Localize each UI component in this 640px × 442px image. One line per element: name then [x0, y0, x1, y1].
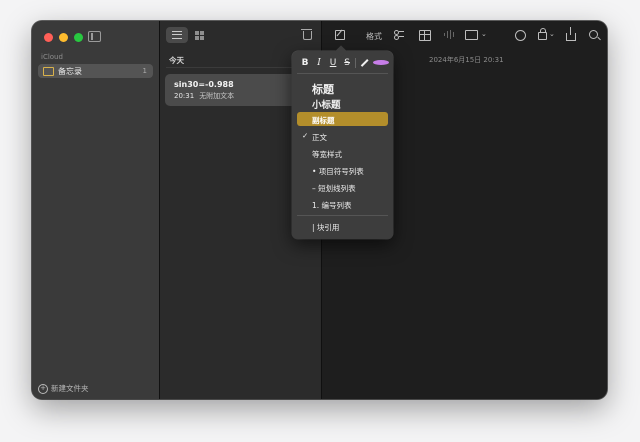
menu-item-subheading[interactable]: 副标题 [312, 115, 335, 126]
compose-icon[interactable] [335, 30, 345, 40]
format-popover: B I U S 标题 小标题 副标题 ✓ 正文 等宽样式 • 项目符号列表 – … [292, 51, 393, 239]
editor-toolbar: 格式 ⌄ ⌄ [322, 21, 607, 51]
divider [355, 58, 356, 68]
section-header-today: 今天 [169, 56, 184, 65]
menu-item-body[interactable]: 正文 [312, 132, 327, 143]
menu-item-dashed-list[interactable]: – 短划线列表 [312, 183, 356, 194]
menu-item-heading[interactable]: 小标题 [312, 97, 341, 111]
sidebar: iCloud 备忘录 1 + 新建文件夹 [32, 21, 160, 399]
menu-item-monostyled[interactable]: 等宽样式 [312, 149, 342, 160]
note-title: sin30=-0.988 [174, 80, 234, 89]
note-list-toolbar [160, 21, 321, 51]
text-style-buttons: B I U S [298, 56, 390, 70]
folder-item-notes[interactable]: 备忘录 1 [38, 64, 153, 78]
media-icon[interactable] [465, 30, 478, 40]
checkmark-icon: ✓ [302, 131, 309, 140]
new-folder-label: 新建文件夹 [51, 384, 89, 393]
plus-circle-icon: + [38, 383, 48, 394]
gallery-view-icon[interactable] [195, 31, 204, 40]
new-folder-button[interactable]: + 新建文件夹 [38, 383, 89, 394]
bold-button[interactable]: B [298, 58, 312, 68]
note-date: 2024年6月15日 20:31 [429, 56, 504, 64]
underline-button[interactable]: U [326, 58, 340, 68]
menu-item-title[interactable]: 标题 [312, 81, 334, 97]
note-time: 20:31 [174, 92, 195, 100]
minimize-button[interactable] [59, 33, 68, 42]
divider [297, 215, 388, 216]
format-button[interactable]: 格式 [366, 31, 382, 42]
highlighter-icon[interactable] [357, 59, 371, 67]
note-preview: 无附加文本 [199, 92, 235, 100]
menu-item-block-quote[interactable]: | 块引用 [312, 222, 339, 233]
search-icon[interactable] [589, 30, 598, 39]
note-meta: 20:31 无附加文本 [174, 91, 234, 101]
lock-chevron-down-icon[interactable]: ⌄ [549, 30, 555, 38]
share-icon[interactable] [566, 27, 576, 41]
folder-icon [43, 66, 54, 76]
divider [297, 73, 388, 74]
trash-icon[interactable] [301, 29, 312, 40]
strikethrough-button[interactable]: S [340, 58, 354, 68]
list-view-button[interactable] [166, 27, 188, 43]
account-label: iCloud [41, 53, 63, 61]
table-icon[interactable] [419, 30, 431, 41]
italic-button[interactable]: I [312, 58, 326, 68]
menu-item-highlight [297, 112, 388, 126]
lock-icon[interactable] [538, 28, 547, 40]
folder-count: 1 [142, 67, 147, 75]
sidebar-toggle-icon[interactable] [88, 31, 101, 42]
list-view-icon [172, 31, 182, 39]
color-swatch [373, 60, 390, 65]
text-color-button[interactable] [371, 58, 390, 68]
menu-item-numbered-list[interactable]: 1. 编号列表 [312, 200, 352, 211]
window-controls [44, 33, 83, 42]
menu-item-bulleted-list[interactable]: • 项目符号列表 [312, 166, 364, 177]
checklist-icon[interactable] [394, 30, 404, 40]
collaborate-icon[interactable] [515, 30, 526, 41]
close-button[interactable] [44, 33, 53, 42]
folder-name: 备忘录 [58, 66, 82, 76]
zoom-button[interactable] [74, 33, 83, 42]
media-chevron-down-icon[interactable]: ⌄ [481, 30, 487, 38]
audio-icon[interactable] [444, 30, 454, 39]
